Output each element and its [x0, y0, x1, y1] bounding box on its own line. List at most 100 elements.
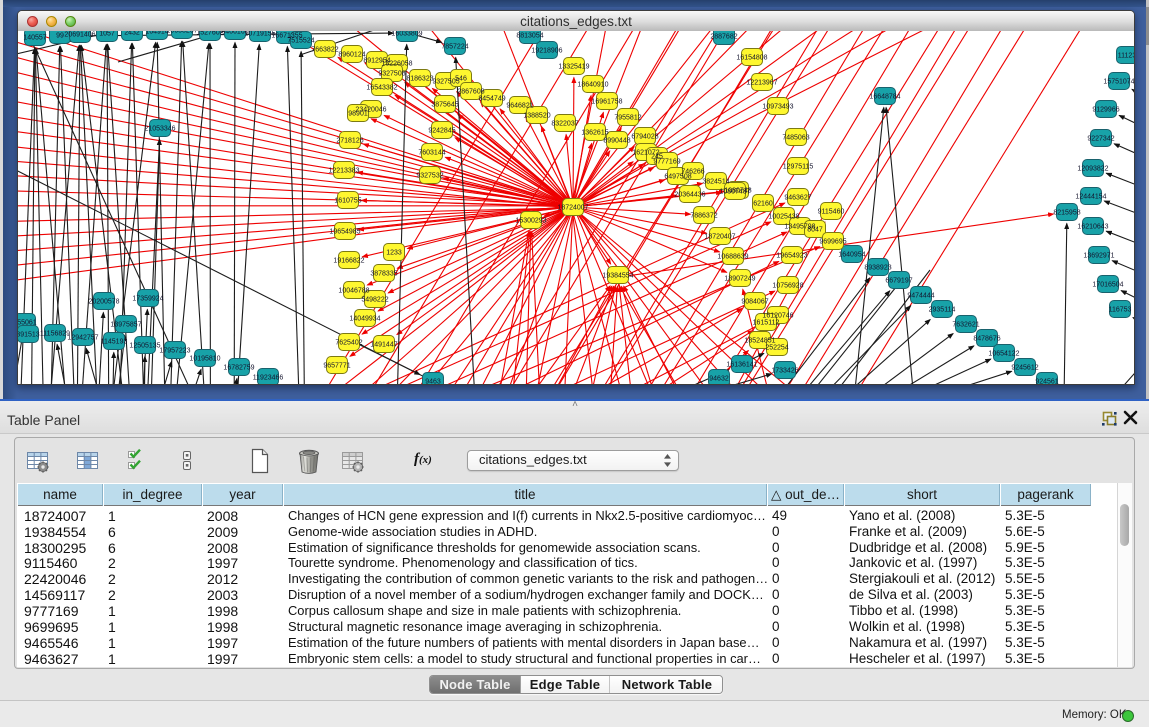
svg-text:18907249: 18907249: [724, 276, 755, 283]
svg-text:546: 546: [455, 76, 467, 83]
svg-text:1610755: 1610755: [334, 198, 361, 205]
svg-text:10025438: 10025438: [768, 214, 799, 221]
svg-text:1362615: 1362615: [581, 130, 608, 137]
svg-text:1733426: 1733426: [771, 368, 798, 375]
svg-text:3875645: 3875645: [431, 102, 458, 109]
svg-text:18724007: 18724007: [557, 205, 588, 212]
svg-text:9084067: 9084067: [741, 299, 768, 306]
svg-text:1640954: 1640954: [838, 252, 865, 259]
svg-text:12942757: 12942757: [67, 335, 98, 342]
svg-text:1615112: 1615112: [753, 320, 780, 327]
svg-text:10807487: 10807487: [719, 189, 750, 196]
svg-text:16782759: 16782759: [223, 365, 254, 372]
svg-text:2887682: 2887682: [710, 34, 737, 41]
svg-text:1057: 1057: [99, 31, 115, 38]
svg-text:7955812: 7955812: [614, 115, 641, 122]
svg-text:20200578: 20200578: [88, 299, 119, 306]
svg-text:16210643: 16210643: [1077, 224, 1108, 231]
svg-text:16136141: 16136141: [726, 362, 757, 369]
svg-text:7625402: 7625402: [335, 340, 362, 347]
svg-text:391513: 391513: [18, 332, 40, 339]
svg-text:16648784: 16648784: [869, 94, 900, 101]
svg-text:9129966: 9129966: [1092, 107, 1119, 114]
svg-text:252254: 252254: [765, 345, 788, 352]
svg-text:7886372: 7886372: [690, 213, 717, 220]
svg-text:13325419: 13325419: [558, 64, 589, 71]
svg-text:20364436: 20364436: [674, 192, 705, 199]
svg-text:2935114: 2935114: [929, 307, 956, 314]
svg-text:1527602: 1527602: [196, 31, 223, 37]
svg-text:3878335: 3878335: [370, 271, 397, 278]
svg-text:13692971: 13692971: [1083, 253, 1114, 260]
svg-text:10653267: 10653267: [166, 31, 197, 35]
svg-text:7663822: 7663822: [311, 47, 338, 54]
svg-text:12213383: 12213383: [328, 168, 359, 175]
svg-text:8813054: 8813054: [516, 33, 543, 40]
svg-text:140557: 140557: [23, 35, 46, 42]
svg-text:98901: 98901: [348, 111, 368, 118]
svg-text:11123: 11123: [1118, 53, 1134, 60]
svg-text:10046788: 10046788: [338, 288, 369, 295]
svg-text:13975857: 13975857: [110, 322, 141, 329]
svg-text:11156829: 11156829: [40, 331, 70, 338]
svg-text:8215958: 8215958: [1053, 210, 1080, 217]
svg-text:116753: 116753: [1109, 307, 1132, 314]
svg-text:19654985: 19654985: [329, 229, 360, 236]
svg-text:2867608: 2867608: [457, 89, 484, 96]
svg-text:62160: 62160: [753, 201, 773, 208]
svg-text:8938923: 8938923: [864, 265, 891, 272]
svg-text:7485063: 7485063: [782, 135, 809, 142]
svg-text:16033809: 16033809: [391, 31, 422, 38]
svg-text:7515524: 7515524: [287, 38, 314, 45]
svg-text:15300293: 15300293: [515, 218, 546, 225]
svg-text:16120746: 16120746: [762, 313, 793, 320]
svg-text:10973493: 10973493: [762, 104, 793, 111]
svg-text:94632: 94632: [709, 376, 729, 383]
svg-text:18640910: 18640910: [577, 82, 608, 89]
svg-text:20691406: 20691406: [64, 32, 95, 39]
svg-text:9463627: 9463627: [784, 195, 811, 202]
svg-text:2718126: 2718126: [336, 138, 363, 145]
svg-text:1388520: 1388520: [523, 113, 550, 120]
svg-text:12505135: 12505135: [129, 343, 160, 350]
svg-text:14049934: 14049934: [349, 316, 380, 323]
svg-text:9115460: 9115460: [818, 209, 845, 216]
svg-text:8990448: 8990448: [603, 138, 630, 145]
svg-text:9245612: 9245612: [1011, 365, 1038, 372]
svg-text:6679197: 6679197: [885, 278, 912, 285]
svg-text:924561: 924561: [1035, 379, 1058, 385]
svg-text:8454749: 8454749: [478, 96, 505, 103]
svg-text:10654122: 10654122: [988, 351, 1019, 358]
svg-text:1145193: 1145193: [101, 339, 128, 346]
svg-text:9699695: 9699695: [819, 239, 846, 246]
svg-text:12975115: 12975115: [783, 164, 814, 171]
svg-text:16154808: 16154808: [736, 55, 767, 62]
svg-text:164914: 164914: [145, 31, 168, 36]
svg-text:13226058: 13226058: [381, 61, 412, 68]
svg-text:2432: 2432: [124, 31, 140, 37]
svg-text:17957223: 17957223: [159, 348, 190, 355]
svg-text:10756928: 10756928: [772, 283, 803, 290]
svg-text:12093822: 12093822: [1077, 166, 1108, 173]
svg-text:12444154: 12444154: [1075, 194, 1106, 201]
svg-text:8322037: 8322037: [551, 121, 578, 128]
svg-text:155061: 155061: [18, 320, 37, 327]
svg-text:10195810: 10195810: [189, 356, 220, 363]
svg-text:99: 99: [56, 33, 64, 40]
svg-text:15751074: 15751074: [1103, 79, 1134, 86]
svg-text:7603144: 7603144: [418, 150, 445, 157]
svg-text:19654923: 19654923: [776, 253, 807, 260]
svg-text:1233: 1233: [386, 250, 402, 257]
svg-text:18720407: 18720407: [704, 234, 735, 241]
svg-text:11923466: 11923466: [253, 375, 284, 382]
svg-text:8047: 8047: [807, 227, 823, 234]
svg-text:7857224: 7857224: [441, 44, 468, 51]
svg-text:9474444: 9474444: [907, 293, 934, 300]
svg-text:18524851: 18524851: [744, 338, 775, 345]
svg-text:8960124: 8960124: [338, 52, 365, 59]
svg-text:9657771: 9657771: [323, 363, 350, 370]
svg-text:17359924: 17359924: [132, 296, 163, 303]
svg-text:9463: 9463: [425, 379, 441, 385]
svg-text:9327508: 9327508: [378, 71, 405, 78]
svg-text:21053346: 21053346: [144, 126, 175, 133]
